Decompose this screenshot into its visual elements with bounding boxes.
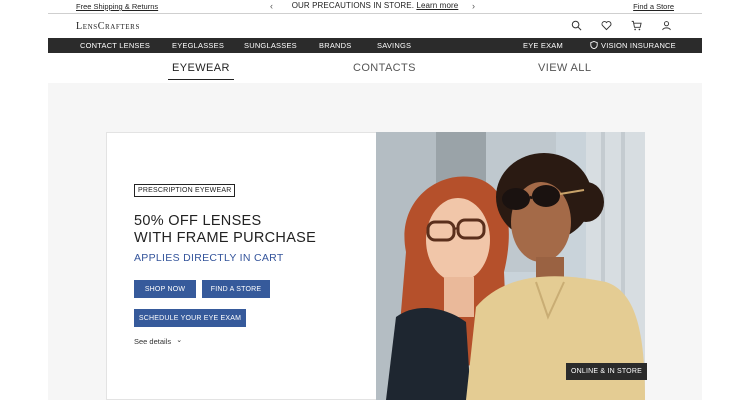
see-details-label: See details [134,337,172,346]
shield-icon [590,41,598,50]
header: LensCrafters [48,15,702,38]
promo-headline: 50% OFF LENSES WITH FRAME PURCHASE [134,213,316,247]
promo-headline-line1: 50% OFF LENSES [134,213,262,229]
find-a-store-button[interactable]: FIND A STORE [202,280,270,298]
promo-subhead: APPLIES DIRECTLY IN CART [134,252,284,264]
header-icons [571,20,672,31]
tab-eyewear[interactable]: EYEWEAR [168,62,234,80]
main-nav: CONTACT LENSES EYEGLASSES SUNGLASSES BRA… [48,38,702,53]
nav-item-sunglasses[interactable]: SUNGLASSES [244,41,297,50]
shop-now-button[interactable]: SHOP NOW [134,280,196,298]
heart-icon[interactable] [601,20,612,31]
announcement-next-arrow[interactable]: › [472,1,475,11]
promo-headline-line2: WITH FRAME PURCHASE [134,230,317,246]
announcement-prev-arrow[interactable]: ‹ [270,1,273,11]
announcement-text: OUR PRECAUTIONS IN STORE. [291,1,415,10]
tab-view-all[interactable]: VIEW ALL [538,62,591,74]
hero-image [376,132,645,400]
hero-illustration [376,132,645,400]
schedule-eye-exam-button[interactable]: SCHEDULE YOUR EYE EXAM [134,309,246,327]
see-details-link[interactable]: See details ⌄ [134,337,182,346]
nav-item-savings[interactable]: SAVINGS [377,41,411,50]
nav-item-eyeglasses[interactable]: EYEGLASSES [172,41,224,50]
account-icon[interactable] [661,20,672,31]
announcement-bar: ‹ OUR PRECAUTIONS IN STORE. Learn more › [48,1,702,11]
promo-card: PRESCRIPTION EYEWEAR 50% OFF LENSES WITH… [106,132,376,400]
nav-item-vision-insurance[interactable]: VISION INSURANCE [590,41,676,50]
tab-contacts[interactable]: CONTACTS [353,62,416,74]
nav-item-brands[interactable]: BRANDS [319,41,351,50]
vision-insurance-label: VISION INSURANCE [601,41,676,50]
category-tabs: EYEWEAR CONTACTS VIEW ALL [48,53,702,83]
nav-item-contact-lenses[interactable]: CONTACT LENSES [80,41,150,50]
learn-more-link[interactable]: Learn more [416,1,458,10]
utility-bar: Free Shipping & Returns ‹ OUR PRECAUTION… [48,0,702,14]
nav-item-eye-exam[interactable]: EYE EXAM [523,41,563,50]
search-icon[interactable] [571,20,582,31]
online-in-store-badge: ONLINE & IN STORE [566,363,647,380]
chevron-down-icon: ⌄ [176,337,183,344]
lenscrafters-logo[interactable]: LensCrafters [76,21,140,32]
prescription-eyewear-tag: PRESCRIPTION EYEWEAR [134,184,236,197]
find-a-store-link[interactable]: Find a Store [633,2,674,11]
cart-icon[interactable] [631,20,642,31]
